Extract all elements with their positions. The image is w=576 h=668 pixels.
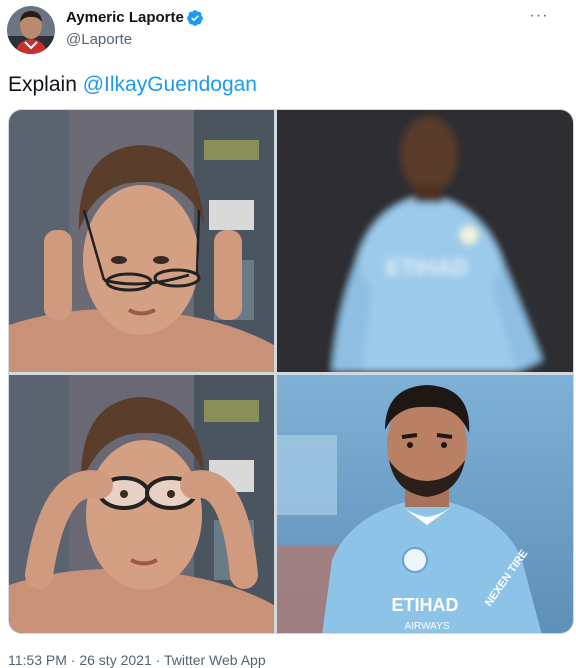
shirt-text-blurred: ETIHAD — [386, 255, 468, 280]
meta-separator-2: · — [151, 652, 164, 668]
meta-separator: · — [66, 652, 80, 668]
person-wearing-glasses-icon — [9, 375, 274, 633]
shirt-sponsor-text: ETIHAD — [392, 595, 459, 615]
tweet-text: Explain @IlkayGuendogan — [8, 72, 257, 98]
tweet-text-prefix: Explain — [8, 73, 83, 96]
media-panel-glasses-on[interactable] — [9, 375, 274, 633]
footballer-portrait-icon: ETIHAD AIRWAYS NEXEN TIRE — [277, 375, 573, 633]
tweet-meta: 11:53 PM · 26 sty 2021 · Twitter Web App — [8, 652, 266, 668]
media-panel-glasses-off[interactable] — [9, 110, 274, 372]
author-name[interactable]: Aymeric Laporte — [66, 9, 184, 26]
player-avatar-icon — [7, 6, 55, 54]
verified-badge-icon — [187, 10, 203, 26]
media-panel-clear-player[interactable]: ETIHAD AIRWAYS NEXEN TIRE — [277, 375, 573, 633]
tweet-date[interactable]: 26 sty 2021 — [79, 652, 151, 668]
more-options-icon[interactable]: ··· — [528, 6, 550, 28]
tweet-source[interactable]: Twitter Web App — [164, 652, 266, 668]
person-holding-glasses-icon — [9, 110, 274, 372]
tweet-media-grid: ETIHAD ETIHAD AIRWAYS NEXEN TIRE — [8, 109, 574, 634]
shirt-sponsor-subtext: AIRWAYS — [405, 621, 450, 632]
mention-link[interactable]: @IlkayGuendogan — [83, 73, 257, 96]
blurred-footballer-icon: ETIHAD — [277, 110, 573, 372]
tweet-time[interactable]: 11:53 PM — [8, 652, 67, 668]
media-panel-blurry-player[interactable]: ETIHAD — [277, 110, 573, 372]
avatar[interactable] — [7, 6, 55, 54]
author-handle[interactable]: @Laporte — [66, 31, 132, 48]
tweet-header: Aymeric Laporte @Laporte ··· — [0, 0, 576, 64]
